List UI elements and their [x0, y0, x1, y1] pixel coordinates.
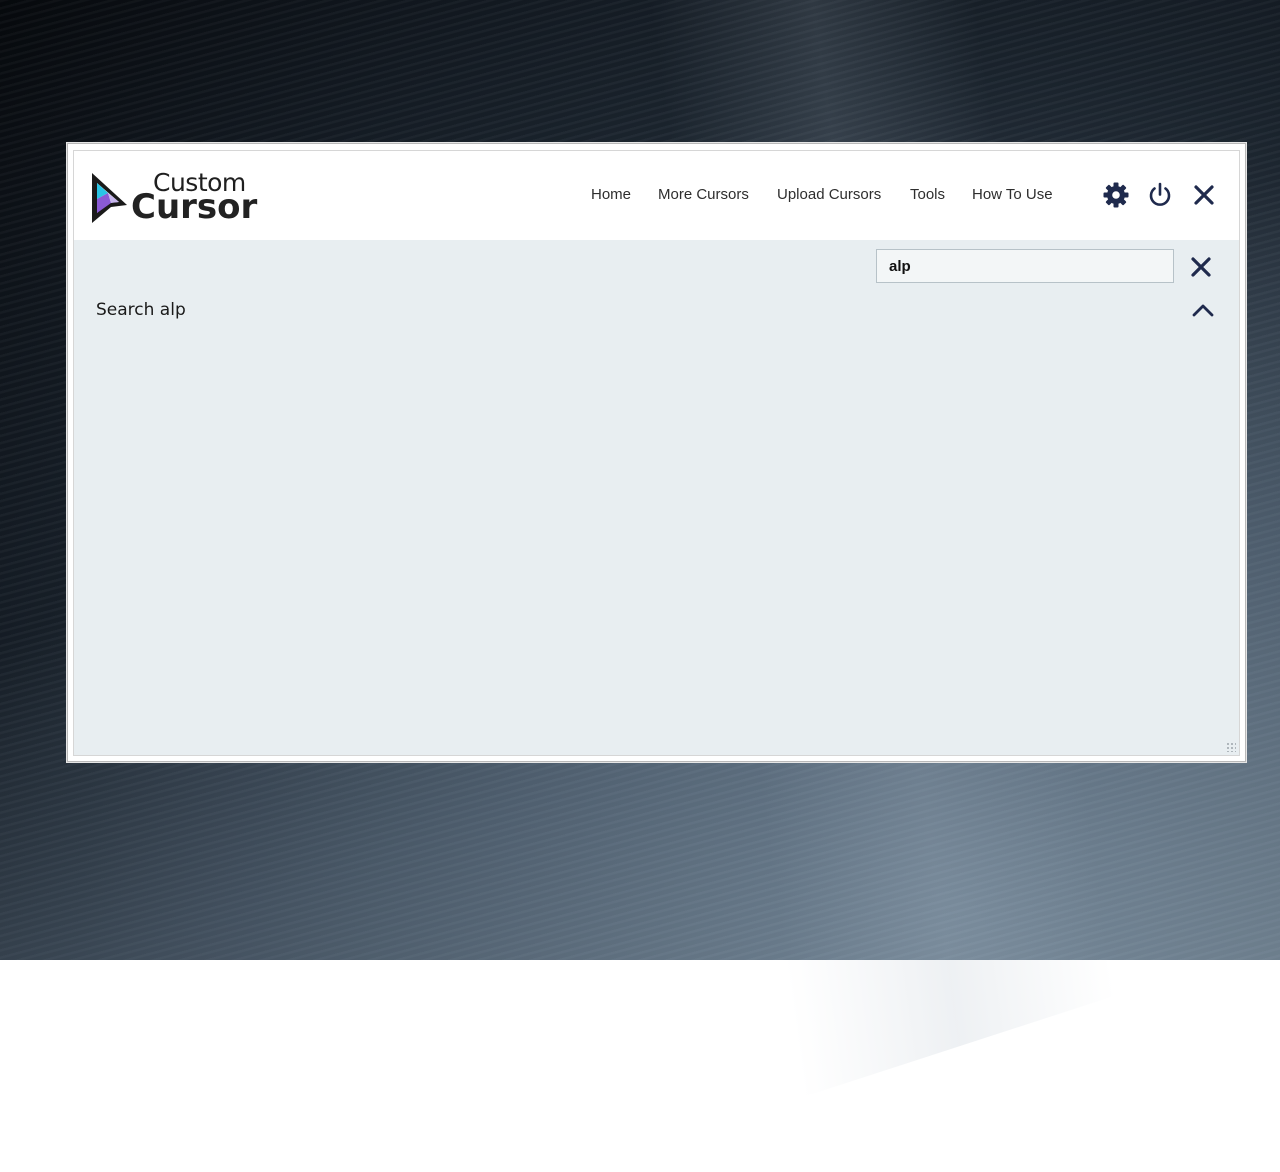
search-input[interactable] — [876, 249, 1174, 283]
nav-more-cursors[interactable]: More Cursors — [658, 186, 749, 203]
logo-text-cursor: Cursor — [131, 187, 258, 227]
cursor-logo-icon — [92, 173, 127, 223]
header-bar: Custom Cursor Home More Cursors Upload C… — [74, 151, 1239, 240]
collapse-results-button[interactable] — [1188, 298, 1218, 322]
close-window-button[interactable] — [1189, 180, 1219, 210]
search-results-title: Search alp — [96, 300, 186, 320]
chevron-up-icon — [1192, 304, 1214, 317]
gear-icon — [1103, 182, 1129, 208]
nav-tools[interactable]: Tools — [910, 186, 945, 203]
close-icon — [1191, 257, 1211, 277]
resize-grip[interactable] — [1226, 742, 1236, 752]
app-logo[interactable]: Custom Cursor — [89, 169, 269, 227]
nav-home[interactable]: Home — [591, 186, 631, 203]
settings-button[interactable] — [1101, 180, 1131, 210]
app-frame: Custom Cursor Home More Cursors Upload C… — [73, 150, 1240, 756]
app-window: Custom Cursor Home More Cursors Upload C… — [67, 143, 1246, 762]
close-icon — [1194, 185, 1214, 205]
nav-how-to-use[interactable]: How To Use — [972, 186, 1053, 203]
clear-search-button[interactable] — [1186, 252, 1216, 282]
nav-upload-cursors[interactable]: Upload Cursors — [777, 186, 881, 203]
power-button[interactable] — [1145, 180, 1175, 210]
power-icon — [1149, 182, 1171, 206]
